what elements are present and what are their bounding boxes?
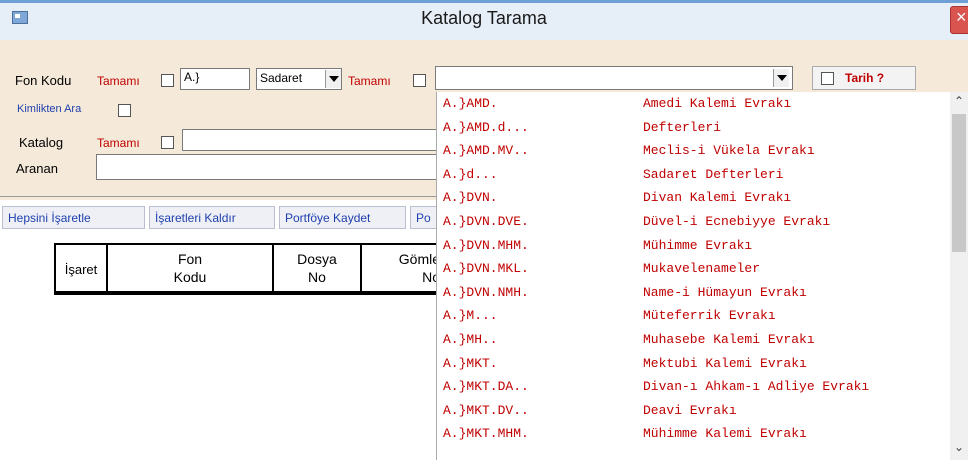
dropdown-item[interactable]: A.}AMD. Amedi Kalemi Evrakı [437,93,957,117]
fon-kodu-label: Fon Kodu [15,73,72,88]
dropdown-item-name: Müteferrik Evrakı [643,308,776,324]
dropdown-item[interactable]: A.}d... Sadaret Defterleri [437,164,957,188]
dropdown-item[interactable]: A.}MH.. Muhasebe Kalemi Evrakı [437,329,957,353]
dropdown-item-code: A.}AMD.d... [443,119,529,135]
col-fon-kodu[interactable]: Fon Kodu [108,245,274,291]
dropdown-item-name: Mektubi Kalemi Evrakı [643,355,807,371]
tarih-label: Tarih ? [845,71,885,85]
fon-dropdown-list[interactable]: A.}AMD. Amedi Kalemi Evrakı A.}AMD.d... Def… [436,92,968,460]
dropdown-item-name: Deavi Evrakı [643,402,737,418]
dropdown-item[interactable]: A.}AMD.d... Defterleri [437,117,957,141]
sadaret-tamami-label: Tamamı [348,74,391,88]
dropdown-item-name: Mühimme Evrakı [643,237,753,253]
tarih-toggle[interactable]: Tarih ? [812,66,916,90]
katalog-label: Katalog [19,135,64,150]
dropdown-item-code: A.}DVN.MKL. [443,261,529,277]
col-dosya-no[interactable]: Dosya No [274,245,362,291]
dropdown-item-code: A.}AMD.MV.. [443,143,529,159]
dropdown-item-name: Düvel-i Ecnebiyye Evrakı [643,214,831,229]
dropdown-item-code: A.}MKT.DV.. [443,402,529,418]
col-fon-kodu-line2: Kodu [173,269,207,285]
scrollbar-thumb[interactable] [952,114,966,252]
dropdown-item-code: A.}MKT.DA.. [443,379,529,395]
dropdown-item-code: A.}MKT.MHM. [443,426,529,442]
dropdown-item[interactable]: A.}AMD.MV.. Meclis-i Vükela Evrakı [437,140,957,164]
dropdown-item-name: Muhasebe Kalemi Evrakı [643,332,815,347]
col-gomlek-no[interactable]: Gömle No [362,245,442,291]
window-title: Katalog Tarama [421,8,547,28]
dropdown-item-name: Sadaret Defterleri [643,166,784,182]
dropdown-item[interactable]: A.}MKT. Mektubi Kalemi Evrakı [437,353,957,377]
fon-select[interactable] [435,66,793,90]
dropdown-item[interactable]: A.}DVN. Divan Kalemi Evrakı [437,187,957,211]
dropdown-item-name: Divan-ı Ahkam-ı Adliye Evrakı [643,379,870,395]
col-isaret-label: İşaret [64,262,98,277]
col-gomlek-no-line1: Gömle [398,251,440,267]
dropdown-item-code: A.}DVN.DVE. [443,214,529,229]
kimlikten-ara-checkbox[interactable] [118,104,131,117]
dropdown-item-code: A.}DVN.MHM. [443,237,529,253]
close-button[interactable] [950,6,968,34]
mark-all-button[interactable]: Hepsini İşaretle [2,206,145,229]
chevron-up-icon[interactable]: ⌃ [951,94,967,110]
col-dosya-no-line1: Dosya [297,251,337,267]
sadaret-select[interactable]: Sadaret [256,68,342,90]
katalog-tamami-label: Tamamı [97,136,140,150]
katalog-input[interactable] [182,129,440,151]
aranan-label: Aranan [16,161,58,176]
divider [0,196,440,197]
chevron-down-icon[interactable] [773,69,789,87]
dropdown-item-code: A.}M... [443,308,498,324]
col-fon-kodu-line1: Fon [177,251,203,267]
fon-kodu-tamami-checkbox[interactable] [161,74,174,87]
dropdown-item-code: A.}MH.. [443,332,498,347]
col-dosya-no-line2: No [308,269,326,285]
dropdown-item[interactable]: A.}MKT.DV.. Deavi Evrakı [437,400,957,424]
chevron-down-icon[interactable] [325,70,341,88]
dropdown-item-code: A.}MKT. [443,355,498,371]
dropdown-item-code: A.}DVN.NMH. [443,284,529,300]
fon-kodu-input[interactable]: A.} [180,68,250,90]
dropdown-item[interactable]: A.}MKT.MHM. Mühimme Kalemi Evrakı [437,423,957,447]
grid-header: İşaret Fon Kodu Dosya No Gömle No [54,243,440,295]
tarih-checkbox[interactable] [821,72,834,85]
dropdown-item-name: Amedi Kalemi Evrakı [643,96,792,111]
dropdown-item[interactable]: A.}DVN.MHM. Mühimme Evrakı [437,235,957,259]
dropdown-item-code: A.}d... [443,166,498,182]
dropdown-item[interactable]: A.}DVN.NMH. Name-i Hümayun Evrakı [437,282,957,306]
kimlikten-ara-label: Kimlikten Ara [17,103,82,115]
col-gomlek-no-line2: No [422,269,440,285]
dropdown-item-code: A.}AMD. [443,96,498,111]
dropdown-item[interactable]: A.}M... Müteferrik Evrakı [437,305,957,329]
save-portfolio-button[interactable]: Portföye Kaydet [279,206,406,229]
dropdown-item-name: Divan Kalemi Evrakı [643,190,792,206]
sadaret-select-value: Sadaret [260,71,303,85]
katalog-tamami-checkbox[interactable] [161,136,174,149]
dropdown-item-name: Mühimme Kalemi Evrakı [643,426,807,442]
dropdown-item-name: Meclis-i Vükela Evrakı [643,143,815,159]
dropdown-item[interactable]: A.}DVN.MKL. Mukavelenameler [437,258,957,282]
dropdown-item-code: A.}DVN. [443,190,498,206]
col-isaret[interactable]: İşaret [56,245,108,291]
dropdown-item[interactable]: A.}DVN.DVE. Düvel-i Ecnebiyye Evrakı [437,211,957,235]
chevron-down-icon[interactable]: ⌄ [951,440,967,456]
dropdown-item-name: Mukavelenameler [643,261,761,277]
dropdown-item-name: Defterleri [643,119,722,135]
unmark-button[interactable]: İşaretleri Kaldır [149,206,275,229]
fon-kodu-tamami-label: Tamamı [97,74,140,88]
aranan-input[interactable] [96,154,440,180]
dropdown-item[interactable]: A.}MKT.DA.. Divan-ı Ahkam-ı Adliye Evrakı [437,376,957,400]
dropdown-item-name: Name-i Hümayun Evrakı [643,284,807,300]
sadaret-tamami-checkbox[interactable] [413,74,426,87]
